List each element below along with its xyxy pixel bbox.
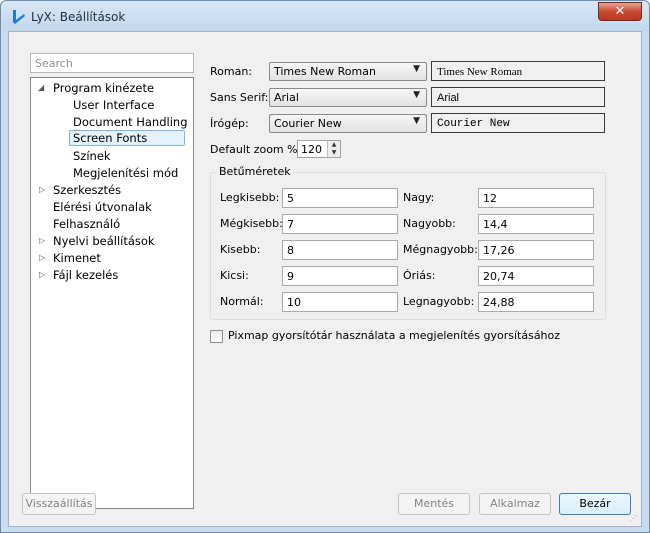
collapsed-arrow-icon[interactable]: ▷: [39, 267, 49, 283]
typewriter-font-preview: Courier New: [431, 113, 605, 133]
dialog-body: Search ◢ Program kinézete User Interface…: [8, 31, 642, 527]
spin-down-icon[interactable]: ▼: [328, 149, 340, 157]
tree-item-program-kinezete[interactable]: Program kinézete: [53, 80, 154, 96]
size-label-nagy: Nagy:: [403, 191, 435, 204]
size-field-kisebb[interactable]: 8: [282, 240, 398, 260]
size-field-megkisebb[interactable]: 7: [282, 214, 398, 234]
pixmap-cache-label[interactable]: Pixmap gyorsítótár használata a megjelen…: [228, 328, 560, 344]
sans-serif-font-value: Arial: [274, 91, 299, 104]
size-label-normal: Normál:: [220, 295, 264, 308]
roman-font-preview: Times New Roman: [431, 61, 605, 81]
chevron-down-icon: ▼: [413, 90, 420, 100]
size-label-legkisebb: Legkisebb:: [220, 191, 280, 204]
collapsed-arrow-icon[interactable]: ▷: [39, 250, 49, 266]
default-zoom-value: 120: [301, 143, 322, 156]
expanded-arrow-icon[interactable]: ◢: [38, 80, 48, 96]
spin-up-icon[interactable]: ▲: [328, 141, 340, 149]
tree-item-document-handling[interactable]: Document Handling: [73, 114, 188, 130]
tree-item-eleresi-utvonalak[interactable]: Elérési útvonalak: [53, 199, 152, 215]
tree-item-nyelvi-beallitasok[interactable]: Nyelvi beállítások: [53, 233, 155, 249]
close-button[interactable]: Bezár: [559, 493, 631, 515]
sans-serif-label: Sans Serif:: [210, 91, 269, 104]
typewriter-font-value: Courier New: [274, 117, 342, 130]
roman-label: Roman:: [210, 65, 253, 78]
typewriter-label: Írógép:: [210, 117, 249, 130]
size-field-legkisebb[interactable]: 5: [282, 188, 398, 208]
default-zoom-label: Default zoom %:: [210, 143, 302, 156]
save-button[interactable]: Mentés: [398, 493, 470, 515]
tree-item-felhasznalo[interactable]: Felhasználó: [53, 216, 120, 232]
sans-serif-font-dropdown[interactable]: Arial ▼: [269, 88, 427, 107]
roman-font-dropdown[interactable]: Times New Roman ▼: [269, 62, 427, 81]
size-field-normal[interactable]: 10: [282, 292, 398, 312]
roman-font-value: Times New Roman: [274, 65, 376, 78]
size-label-orias: Óriás:: [403, 269, 436, 282]
lyx-logo-icon: [13, 10, 25, 24]
size-field-nagy[interactable]: 12: [478, 188, 594, 208]
category-tree[interactable]: ◢ Program kinézete User Interface Docume…: [30, 77, 194, 509]
collapsed-arrow-icon[interactable]: ▷: [39, 233, 49, 249]
sans-serif-font-preview: Arial: [431, 87, 605, 107]
tree-item-szerkesztes[interactable]: Szerkesztés: [53, 182, 121, 198]
font-sizes-title: Betűméretek: [217, 165, 293, 178]
search-input[interactable]: Search: [30, 53, 194, 73]
spin-buttons: ▲ ▼: [327, 141, 340, 157]
preferences-window: LyX: Beállítások ✕ Search ◢ Program kiné…: [0, 0, 650, 533]
title-bar[interactable]: LyX: Beállítások ✕: [1, 1, 649, 31]
size-field-kicsi[interactable]: 9: [282, 266, 398, 286]
tree-item-kimenet[interactable]: Kimenet: [53, 250, 101, 266]
size-field-orias[interactable]: 20,74: [478, 266, 594, 286]
window-close-button[interactable]: ✕: [598, 2, 642, 21]
collapsed-arrow-icon[interactable]: ▷: [39, 182, 49, 198]
size-field-nagyobb[interactable]: 14,4: [478, 214, 594, 234]
tree-item-screen-fonts[interactable]: Screen Fonts: [69, 130, 185, 146]
size-label-kisebb: Kisebb:: [220, 243, 261, 256]
chevron-down-icon: ▼: [413, 64, 420, 74]
window-title: LyX: Beállítások: [31, 10, 126, 24]
size-label-legnagyobb: Legnagyobb:: [403, 295, 475, 308]
pixmap-cache-checkbox[interactable]: [210, 330, 223, 343]
size-label-megnagyobb: Mégnagyobb:: [403, 243, 478, 256]
restore-button[interactable]: Visszaállítás: [22, 493, 96, 515]
size-label-nagyobb: Nagyobb:: [403, 217, 456, 230]
size-label-megkisebb: Mégkisebb:: [220, 217, 283, 230]
chevron-down-icon: ▼: [413, 116, 420, 126]
size-label-kicsi: Kicsi:: [220, 269, 249, 282]
size-field-megnagyobb[interactable]: 17,26: [478, 240, 594, 260]
tree-item-szinek[interactable]: Színek: [73, 148, 111, 164]
tree-item-user-interface[interactable]: User Interface: [73, 97, 154, 113]
typewriter-font-dropdown[interactable]: Courier New ▼: [269, 114, 427, 133]
size-field-legnagyobb[interactable]: 24,88: [478, 292, 594, 312]
tree-item-megjelenitesi-mod[interactable]: Megjelenítési mód: [73, 165, 178, 181]
default-zoom-spinbox[interactable]: 120 ▲ ▼: [297, 140, 341, 158]
apply-button[interactable]: Alkalmaz: [479, 493, 551, 515]
resize-grip-icon[interactable]: ⋰: [629, 514, 639, 524]
tree-item-fajl-kezeles[interactable]: Fájl kezelés: [53, 267, 118, 283]
